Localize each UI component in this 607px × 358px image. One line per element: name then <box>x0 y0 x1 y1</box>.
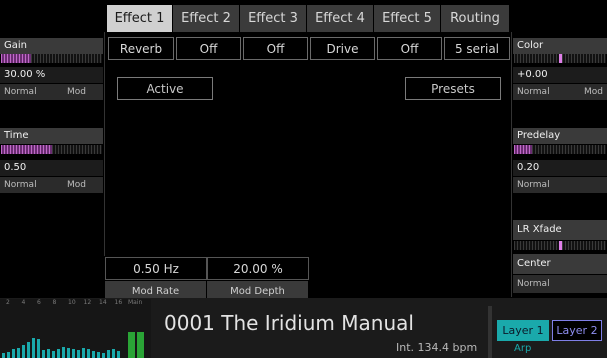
preset-name[interactable]: 0001 The Iridium Manual <box>164 311 414 335</box>
color-value[interactable]: +0.00 <box>513 67 607 83</box>
time-value[interactable]: 0.50 <box>0 160 103 176</box>
color-slider-marker <box>559 54 562 63</box>
gain-mode-row[interactable]: Normal Mod <box>0 84 103 100</box>
channel-level-bar <box>2 353 5 358</box>
routing-mode-slot[interactable]: 5 serial <box>444 37 510 60</box>
main-meter-right <box>137 332 144 358</box>
color-mode-row[interactable]: Normal Mod <box>513 84 607 100</box>
layer-1-button[interactable]: Layer 1 <box>497 320 549 341</box>
meter-number-16: 16 <box>114 299 123 306</box>
arp-indicator[interactable]: Arp <box>514 343 531 354</box>
meter-number-14: 14 <box>99 299 107 306</box>
color-slider[interactable] <box>514 54 606 63</box>
time-slider-fill <box>1 145 52 154</box>
gain-mod: Mod <box>67 87 86 97</box>
channel-level-bar <box>112 349 115 358</box>
slot-5[interactable]: Off <box>377 37 442 60</box>
main-meter-label: Main <box>128 299 143 306</box>
channel-level-bar <box>47 349 50 358</box>
channel-level-bar <box>67 348 70 358</box>
layer-2-button[interactable]: Layer 2 <box>552 320 602 341</box>
meter-number-12: 12 <box>83 299 92 306</box>
predelay-label: Predelay <box>513 128 607 144</box>
gain-slider[interactable] <box>1 54 102 63</box>
channel-level-bar <box>37 339 40 358</box>
channel-level-bar <box>42 350 45 358</box>
presets-button[interactable]: Presets <box>405 77 501 100</box>
left-param-panel: Gain 30.00 % Normal Mod Time 0.50 Normal… <box>0 35 103 297</box>
channel-level-bar <box>52 351 55 358</box>
lr-xfade-label: LR Xfade <box>513 220 607 240</box>
time-mode-row[interactable]: Normal Mod <box>0 177 103 193</box>
lr-xfade-slider[interactable] <box>514 241 606 250</box>
meter-number-2: 2 <box>6 299 10 306</box>
tab-routing[interactable]: Routing <box>441 5 510 32</box>
color-label: Color <box>513 38 607 54</box>
predelay-value[interactable]: 0.20 <box>513 160 607 176</box>
mod-rate-value[interactable]: 0.50 Hz <box>105 257 207 280</box>
meter-number-6: 6 <box>37 299 41 306</box>
tab-effect-4[interactable]: Effect 4 <box>307 5 374 32</box>
channel-level-bar <box>102 353 105 358</box>
gain-value[interactable]: 30.00 % <box>0 67 103 83</box>
bottom-divider <box>488 306 492 358</box>
channel-level-bar <box>117 351 120 358</box>
tempo-clock[interactable]: Int. 134.4 bpm <box>396 341 477 354</box>
channel-level-bar <box>92 351 95 358</box>
channel-level-bar <box>87 349 90 358</box>
channel-level-bar <box>22 345 25 358</box>
center-label: Center <box>513 254 607 274</box>
color-mod: Mod <box>584 87 603 97</box>
time-mode: Normal <box>4 180 37 190</box>
right-param-panel: Color +0.00 Normal Mod Predelay 0.20 Nor… <box>513 35 607 297</box>
channel-level-bar <box>107 350 110 358</box>
slot-4-drive[interactable]: Drive <box>310 37 375 60</box>
predelay-slider-fill <box>514 145 533 154</box>
slot-2[interactable]: Off <box>176 37 241 60</box>
meter-number-10: 10 <box>68 299 76 306</box>
time-label: Time <box>0 128 103 144</box>
gain-slider-fill <box>1 54 32 63</box>
time-mod: Mod <box>67 180 86 190</box>
channel-level-bar <box>82 348 85 358</box>
main-meter-left <box>128 332 135 358</box>
predelay-mode: Normal <box>517 180 550 190</box>
channel-level-bar <box>7 352 10 358</box>
channel-level-bar <box>97 352 100 358</box>
slot-3[interactable]: Off <box>243 37 308 60</box>
mod-depth-value[interactable]: 20.00 % <box>207 257 309 280</box>
meter-number-8: 8 <box>52 299 57 306</box>
time-slider[interactable] <box>1 145 102 154</box>
gain-mode: Normal <box>4 87 37 97</box>
lr-xfade-slider-marker <box>559 241 562 250</box>
channel-level-bar <box>57 349 60 358</box>
slot-1-reverb[interactable]: Reverb <box>108 37 174 60</box>
tab-effect-3[interactable]: Effect 3 <box>240 5 307 32</box>
predelay-mode-row[interactable]: Normal <box>513 177 607 193</box>
output-meters: 2 4 6 8 10 12 14 16 Main <box>0 299 151 358</box>
channel-level-bar <box>32 338 35 358</box>
gain-label: Gain <box>0 38 103 54</box>
tab-effect-5[interactable]: Effect 5 <box>374 5 441 32</box>
color-mode: Normal <box>517 87 550 97</box>
center-mode-row[interactable]: Normal <box>513 275 607 293</box>
tab-effect-2[interactable]: Effect 2 <box>173 5 240 32</box>
active-button[interactable]: Active <box>117 77 213 100</box>
channel-level-bar <box>62 347 65 358</box>
channel-level-bar <box>27 342 30 358</box>
channel-level-bar <box>77 350 80 358</box>
meter-number-4: 4 <box>21 299 26 306</box>
channel-level-bar <box>12 349 15 358</box>
channel-level-bar <box>72 349 75 358</box>
tab-effect-1[interactable]: Effect 1 <box>107 5 173 32</box>
predelay-slider[interactable] <box>514 145 606 154</box>
center-mode: Normal <box>517 279 550 289</box>
channel-level-bar <box>17 348 20 358</box>
